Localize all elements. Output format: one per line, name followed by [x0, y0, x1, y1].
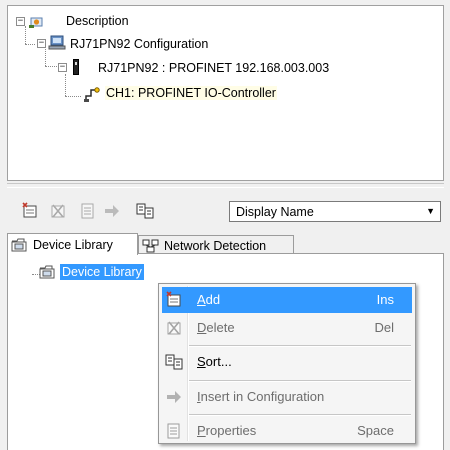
collapse-root-icon[interactable]: −: [16, 17, 25, 26]
menu-shortcut-delete: Del: [374, 320, 394, 335]
toolbar-delete-button[interactable]: [47, 201, 69, 223]
properties-icon: [79, 202, 97, 223]
toolbar-sort-button[interactable]: [134, 201, 156, 223]
display-select-value: Display Name: [236, 205, 314, 219]
delete-icon: [49, 202, 67, 223]
menu-item-properties[interactable]: Properties Space: [162, 418, 412, 444]
tree-node-configuration[interactable]: RJ71PN92 Configuration: [70, 37, 208, 51]
menu-shortcut-add: Ins: [376, 292, 394, 307]
toolbar-add-button[interactable]: [19, 201, 41, 223]
add-icon: [21, 201, 39, 223]
menu-item-delete[interactable]: Delete Del: [162, 315, 412, 341]
menu-item-insert-in-configuration[interactable]: Insert in Configuration: [162, 384, 412, 410]
network-detection-icon: [142, 239, 159, 253]
menu-item-add[interactable]: Add Ins: [162, 287, 412, 313]
sort-icon: [165, 353, 183, 371]
menu-shortcut-properties: Space: [357, 423, 394, 438]
menu-separator: [189, 345, 411, 347]
description-icon: [29, 15, 45, 32]
tab-network-detection[interactable]: Network Detection: [138, 235, 294, 255]
menu-item-sort[interactable]: Sort...: [162, 349, 412, 375]
insert-arrow-icon: [103, 202, 121, 223]
module-icon: [72, 59, 80, 78]
delete-icon: [165, 319, 183, 337]
library-folder-icon: [11, 238, 28, 252]
tree-node-device-library[interactable]: Device Library: [60, 264, 144, 280]
tab-device-library-label: Device Library: [33, 237, 113, 252]
display-name-select[interactable]: Display Name ▼: [229, 201, 441, 222]
panel-splitter[interactable]: [7, 183, 444, 188]
context-menu: Add Ins Delete Del Sort... Insert in Con…: [158, 283, 416, 444]
configuration-tree-panel[interactable]: − Description − RJ71PN92 Configuration −…: [7, 5, 444, 181]
computer-icon: [48, 35, 66, 53]
library-folder-icon: [39, 265, 56, 282]
properties-icon: [165, 422, 183, 440]
sort-icon: [136, 202, 154, 223]
tree-node-module[interactable]: RJ71PN92 : PROFINET 192.168.003.003: [98, 61, 329, 75]
menu-separator: [189, 380, 411, 382]
chevron-down-icon[interactable]: ▼: [426, 206, 435, 216]
add-icon: [165, 291, 183, 309]
toolbar-properties-button[interactable]: [77, 201, 99, 223]
tree-node-channel[interactable]: CH1: PROFINET IO-Controller: [105, 86, 277, 100]
collapse-configuration-icon[interactable]: −: [37, 39, 46, 48]
tab-network-detection-label: Network Detection: [164, 238, 267, 253]
menu-separator: [189, 414, 411, 416]
toolbar-insert-button[interactable]: [101, 201, 123, 223]
collapse-module-icon[interactable]: −: [58, 63, 67, 72]
insert-arrow-icon: [165, 388, 183, 406]
tab-device-library[interactable]: Device Library: [7, 233, 138, 255]
tree-node-description[interactable]: Description: [66, 14, 129, 28]
io-controller-icon: [84, 86, 102, 105]
